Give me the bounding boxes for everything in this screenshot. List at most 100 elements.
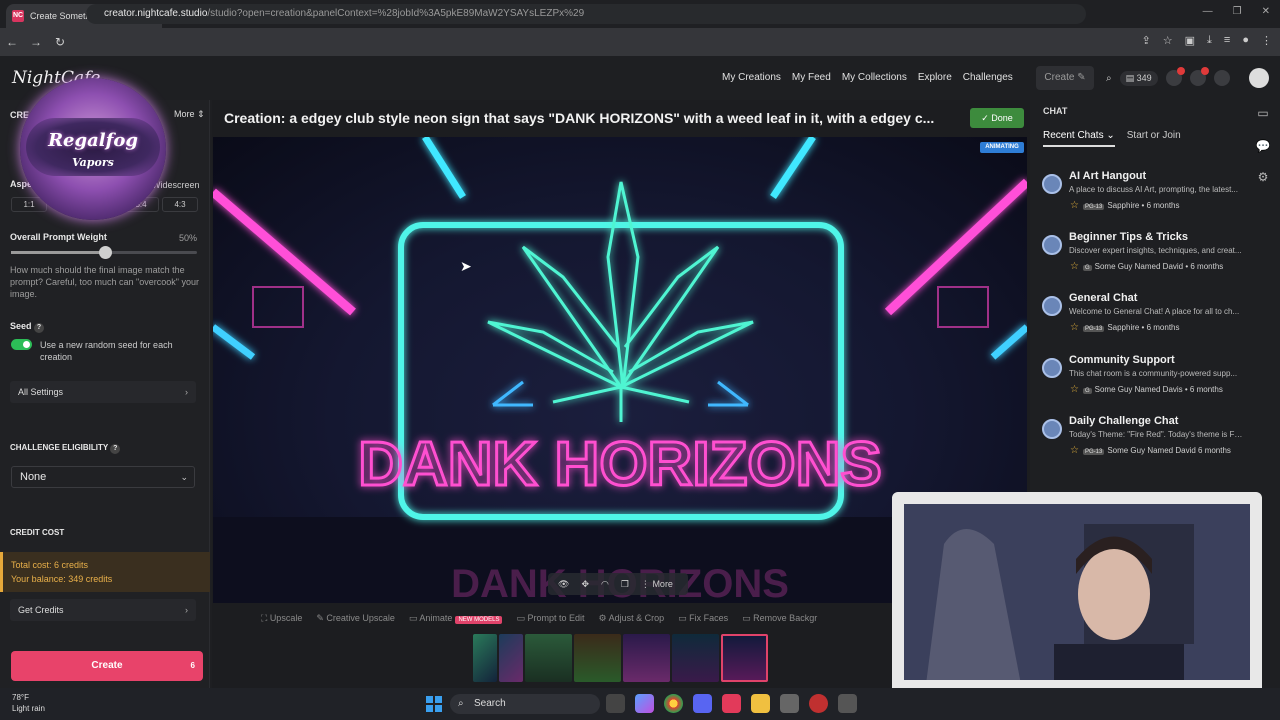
nav-challenges[interactable]: Challenges: [963, 72, 1013, 83]
tab-recent-chats[interactable]: Recent Chats ⌄: [1043, 130, 1115, 147]
room-icon: [1042, 296, 1062, 316]
windows-start-icon[interactable]: [426, 696, 442, 712]
upscale-button[interactable]: ⛶ Upscale: [261, 613, 302, 624]
credits-chip[interactable]: ▤ 349: [1119, 70, 1158, 86]
get-credits-row[interactable]: Get Credits ›: [10, 599, 196, 621]
weather-temp: 78°F: [12, 693, 29, 702]
app-icon[interactable]: [838, 694, 857, 713]
chat-room-item[interactable]: AI Art Hangout A place to discuss AI Art…: [1040, 170, 1245, 228]
minimize-icon[interactable]: —: [1203, 6, 1213, 17]
extensions-icon[interactable]: ▣: [1185, 34, 1195, 47]
file-explorer-icon[interactable]: [751, 694, 770, 713]
weather-widget[interactable]: 78°F Light rain: [12, 692, 45, 714]
discord-icon[interactable]: [693, 694, 712, 713]
room-desc: Discover expert insights, techniques, an…: [1069, 246, 1242, 255]
prompt-to-edit-button[interactable]: ▭ Prompt to Edit: [516, 613, 584, 624]
eye-icon[interactable]: 👁: [558, 579, 569, 590]
star-icon[interactable]: ☆: [1070, 445, 1079, 456]
thumbnail[interactable]: [499, 634, 523, 682]
thumbnail-selected[interactable]: [721, 634, 768, 682]
install-icon[interactable]: ⇪: [1142, 34, 1151, 47]
panel-toggle-icon[interactable]: ▭: [1255, 106, 1271, 120]
help-icon[interactable]: ?: [110, 444, 121, 454]
thumbnail[interactable]: [525, 634, 572, 682]
music-icon[interactable]: [722, 694, 741, 713]
star-icon[interactable]: ☆: [1070, 261, 1079, 272]
thumbnail[interactable]: [574, 634, 621, 682]
nav-explore[interactable]: Explore: [918, 72, 952, 83]
creative-upscale-button[interactable]: ✎ Creative Upscale: [316, 613, 395, 624]
chevron-right-icon: ›: [185, 387, 188, 397]
nightcafe-favicon-icon: NC: [12, 10, 24, 22]
animate-button[interactable]: ▭ Animate NEW MODELS: [409, 613, 503, 624]
more-menu[interactable]: More ⇕: [174, 108, 205, 120]
balance: Your balance: 349 credits: [11, 574, 113, 584]
remove-background-button[interactable]: ▭ Remove Backgr: [742, 613, 817, 624]
star-icon[interactable]: ☆: [1070, 200, 1079, 211]
fix-faces-button[interactable]: ▭ Fix Faces: [678, 613, 728, 624]
chat-room-item[interactable]: Community Support This chat room is a co…: [1040, 354, 1245, 412]
all-settings-row[interactable]: All Settings ›: [10, 381, 196, 403]
nav-my-creations[interactable]: My Creations: [722, 72, 781, 83]
move-icon[interactable]: ✥: [581, 579, 589, 590]
user-avatar[interactable]: [1249, 68, 1269, 88]
thumbnail[interactable]: [672, 634, 719, 682]
chat-room-item[interactable]: General Chat Welcome to General Chat! A …: [1040, 292, 1245, 350]
star-icon[interactable]: ☆: [1070, 322, 1079, 333]
widescreen-label[interactable]: Widescreen: [152, 179, 200, 191]
room-name: General Chat: [1069, 292, 1138, 304]
thumbnail[interactable]: [473, 634, 497, 682]
obs-icon[interactable]: [809, 694, 828, 713]
browser-toolbar-icons: ⇪ ☆ ▣ ⤓ ≡ ● ⋮: [1142, 34, 1272, 47]
done-button[interactable]: ✓ Done: [970, 108, 1024, 128]
overlay-logo-line1: Regalfog: [48, 130, 138, 151]
notifications-bell-icon[interactable]: [1213, 70, 1230, 86]
maximize-icon[interactable]: ❐: [1233, 6, 1242, 17]
chat-room-item[interactable]: Daily Challenge Chat Today's Theme: "Fir…: [1040, 415, 1245, 473]
creation-title: Creation: a edgey club style neon sign t…: [224, 110, 935, 126]
task-view-icon[interactable]: [606, 694, 625, 713]
chat-bubble-icon[interactable]: 💬: [1255, 139, 1271, 153]
create-button[interactable]: Create 6: [11, 651, 203, 681]
create-nav-button[interactable]: Create ✎: [1036, 66, 1094, 90]
media-icon[interactable]: ≡: [1224, 34, 1230, 47]
star-icon[interactable]: ☆: [1070, 384, 1079, 395]
bookmark-star-icon[interactable]: ☆: [1163, 34, 1173, 47]
search-icon[interactable]: ⌕: [1106, 73, 1112, 84]
challenge-select[interactable]: None ⌄: [11, 466, 195, 488]
thumbnail[interactable]: [623, 634, 670, 682]
sign-text: DANK HORIZONS: [358, 430, 882, 499]
copy-icon[interactable]: ❐: [621, 579, 629, 590]
back-icon[interactable]: ←: [0, 35, 24, 49]
room-icon: [1042, 358, 1062, 378]
gear-icon[interactable]: ⚙: [1255, 170, 1271, 184]
url-field[interactable]: creator.nightcafe.studio/studio?open=cre…: [86, 4, 1086, 24]
nav-my-collections[interactable]: My Collections: [842, 72, 907, 83]
taskbar-search[interactable]: ⌕ Search: [450, 694, 600, 714]
gift-icon[interactable]: [1165, 67, 1185, 86]
seed-toggle[interactable]: [11, 339, 32, 350]
room-icon: [1042, 419, 1062, 439]
chat-room-item[interactable]: Beginner Tips & Tricks Discover expert i…: [1040, 231, 1245, 289]
help-icon[interactable]: ?: [34, 323, 45, 333]
profile-icon[interactable]: ●: [1242, 34, 1249, 47]
adjust-crop-button[interactable]: ⚙ Adjust & Crop: [599, 613, 665, 624]
copilot-icon[interactable]: [635, 694, 654, 713]
close-window-icon[interactable]: ✕: [1262, 6, 1270, 17]
store-icon[interactable]: [780, 694, 799, 713]
forward-icon[interactable]: →: [24, 35, 48, 49]
menu-dots-icon[interactable]: ⋮: [1261, 34, 1272, 47]
total-cost: Total cost: 6 credits: [11, 560, 89, 570]
messages-icon[interactable]: [1189, 67, 1209, 86]
prompt-weight-value: 50%: [179, 233, 198, 243]
nav-my-feed[interactable]: My Feed: [792, 72, 831, 83]
reload-icon[interactable]: ↻: [48, 35, 72, 49]
download-icon[interactable]: ⤓: [1207, 34, 1212, 47]
prompt-weight-slider[interactable]: [11, 246, 197, 259]
webcam-frame: [892, 492, 1262, 712]
chrome-icon[interactable]: [664, 694, 683, 713]
more-button[interactable]: ⋮ More: [641, 579, 673, 590]
ratio-4-3[interactable]: 4:3: [162, 197, 198, 212]
tab-start-or-join[interactable]: Start or Join: [1127, 130, 1181, 147]
slider-knob[interactable]: [99, 246, 112, 259]
